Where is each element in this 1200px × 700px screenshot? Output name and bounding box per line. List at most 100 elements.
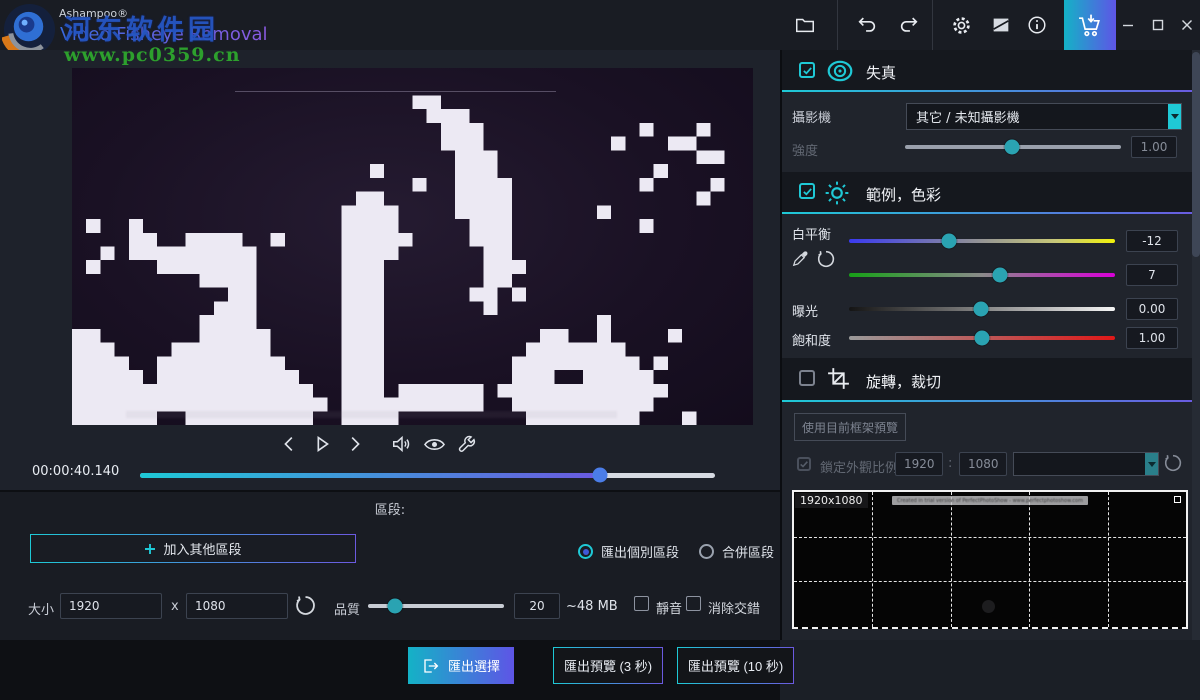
export-mode-group: 匯出個別區段 合併區段	[578, 542, 774, 561]
ratio-height-input[interactable]: 1080	[959, 452, 1007, 476]
scrollbar-thumb[interactable]	[1192, 52, 1200, 257]
export-preview-3s-button[interactable]: 匯出預覽 (3 秒)	[553, 647, 663, 684]
timeline-handle[interactable]	[593, 468, 608, 483]
previous-frame-button[interactable]	[278, 432, 302, 456]
dropdown-arrow[interactable]	[1145, 453, 1158, 475]
mute-checkbox[interactable]	[634, 596, 649, 611]
wb-temperature-slider[interactable]	[849, 239, 1115, 243]
export-selection-button[interactable]: 匯出選擇	[408, 647, 514, 684]
exposure-handle[interactable]	[973, 302, 988, 317]
export-preview-10s-button[interactable]: 匯出預覽 (10 秒)	[677, 647, 794, 684]
maximize-button[interactable]	[1144, 0, 1172, 50]
camera-dropdown[interactable]: 其它 / 未知攝影機	[906, 103, 1182, 130]
add-segment-button[interactable]: 加入其他區段	[30, 534, 356, 563]
check-icon	[802, 65, 813, 76]
reset-icon	[816, 249, 836, 269]
cart-icon	[1077, 13, 1104, 38]
video-frame-canvas	[72, 68, 753, 425]
quality-value[interactable]: 20	[514, 593, 560, 619]
wb-tint-handle[interactable]	[993, 268, 1008, 283]
mute-label: 靜音	[656, 598, 682, 617]
settings-button[interactable]	[944, 0, 978, 50]
saturation-value[interactable]: 1.00	[1126, 327, 1178, 349]
open-file-button[interactable]	[788, 0, 822, 50]
strength-value[interactable]: 1.00	[1131, 136, 1177, 158]
info-button[interactable]	[1020, 0, 1054, 50]
quality-slider[interactable]	[368, 604, 504, 608]
minimize-icon	[1122, 19, 1134, 31]
volume-button[interactable]	[390, 432, 414, 456]
undo-button[interactable]	[850, 0, 884, 50]
video-preview[interactable]	[72, 68, 753, 425]
crop-corner-handle[interactable]	[1174, 496, 1181, 503]
deinterlace-label: 消除交錯	[708, 598, 760, 617]
next-frame-button[interactable]	[342, 432, 366, 456]
close-button[interactable]	[1174, 0, 1200, 50]
playback-controls	[278, 432, 478, 456]
reset-size-button[interactable]	[294, 594, 317, 617]
reset-wb-button[interactable]	[816, 249, 836, 269]
lock-aspect-checkbox[interactable]	[797, 457, 811, 471]
preview-spot	[982, 600, 995, 613]
preview-toggle-button[interactable]	[422, 432, 446, 456]
estimated-size: ~48 MB	[566, 599, 618, 614]
app-logo	[2, 2, 57, 57]
exposure-slider[interactable]	[849, 307, 1115, 311]
wb-tint-slider[interactable]	[849, 273, 1115, 277]
quality-label: 品質	[334, 599, 360, 618]
crop-preview[interactable]: Created in trial version of PerfectPhoto…	[792, 490, 1188, 629]
titlebar: Ashampoo® Video Fisheye Removal	[0, 0, 1200, 50]
deinterlace-checkbox[interactable]	[686, 596, 701, 611]
crop-checkbox[interactable]	[799, 370, 815, 386]
app-window: Ashampoo® Video Fisheye Removal	[0, 0, 1200, 700]
saturation-label: 飽和度	[792, 330, 831, 349]
add-segment-label: 加入其他區段	[163, 539, 241, 558]
color-checkbox[interactable]	[799, 183, 815, 199]
fisheye-icon	[824, 60, 856, 82]
wb-temperature-handle[interactable]	[942, 234, 957, 249]
toolbar-divider	[837, 0, 838, 50]
quality-handle[interactable]	[388, 599, 403, 614]
next-icon	[343, 433, 365, 455]
ratio-width-input[interactable]: 1920	[895, 452, 943, 476]
distortion-checkbox[interactable]	[799, 62, 815, 78]
grid-line	[1029, 492, 1030, 627]
radio-merge-segments[interactable]	[699, 544, 714, 559]
settings-panel: 失真 攝影機 其它 / 未知攝影機 強度 1.00	[780, 50, 1200, 640]
minimize-button[interactable]	[1114, 0, 1142, 50]
grid-line	[872, 492, 873, 627]
use-current-frame-button[interactable]: 使用目前框架預覽	[794, 413, 906, 441]
radio-export-individual[interactable]	[578, 544, 593, 559]
radio-export-individual-label: 匯出個別區段	[601, 542, 679, 561]
wb-temperature-value[interactable]: -12	[1126, 230, 1178, 252]
dropdown-arrow[interactable]	[1168, 104, 1181, 129]
width-input[interactable]: 1920	[60, 593, 162, 619]
height-input[interactable]: 1080	[186, 593, 288, 619]
panel-scrollbar[interactable]	[1192, 50, 1200, 640]
strength-handle[interactable]	[1004, 140, 1019, 155]
eyedropper-button[interactable]	[791, 249, 810, 268]
exposure-value[interactable]: 0.00	[1126, 298, 1178, 320]
size-separator: x	[171, 599, 179, 614]
redo-button[interactable]	[892, 0, 926, 50]
section-divider	[782, 400, 1200, 402]
saturation-slider[interactable]	[849, 336, 1115, 340]
video-watermark-smudge	[126, 411, 616, 418]
feedback-button[interactable]	[984, 0, 1018, 50]
strength-label: 強度	[792, 140, 818, 159]
reset-crop-button[interactable]	[1163, 453, 1183, 473]
timeline-slider[interactable]	[140, 468, 715, 483]
tools-button[interactable]	[454, 432, 478, 456]
saturation-handle[interactable]	[975, 331, 990, 346]
play-button[interactable]	[310, 432, 334, 456]
buy-button[interactable]	[1064, 0, 1116, 50]
grid-line	[794, 537, 1186, 538]
caret-down-icon	[1171, 114, 1179, 119]
section-divider	[782, 212, 1200, 214]
check-icon	[802, 186, 813, 197]
ratio-preset-dropdown[interactable]	[1013, 452, 1159, 476]
wb-tint-value[interactable]: 7	[1126, 264, 1178, 286]
previous-icon	[279, 433, 301, 455]
strength-slider[interactable]	[905, 145, 1121, 149]
grid-line	[1108, 492, 1109, 627]
